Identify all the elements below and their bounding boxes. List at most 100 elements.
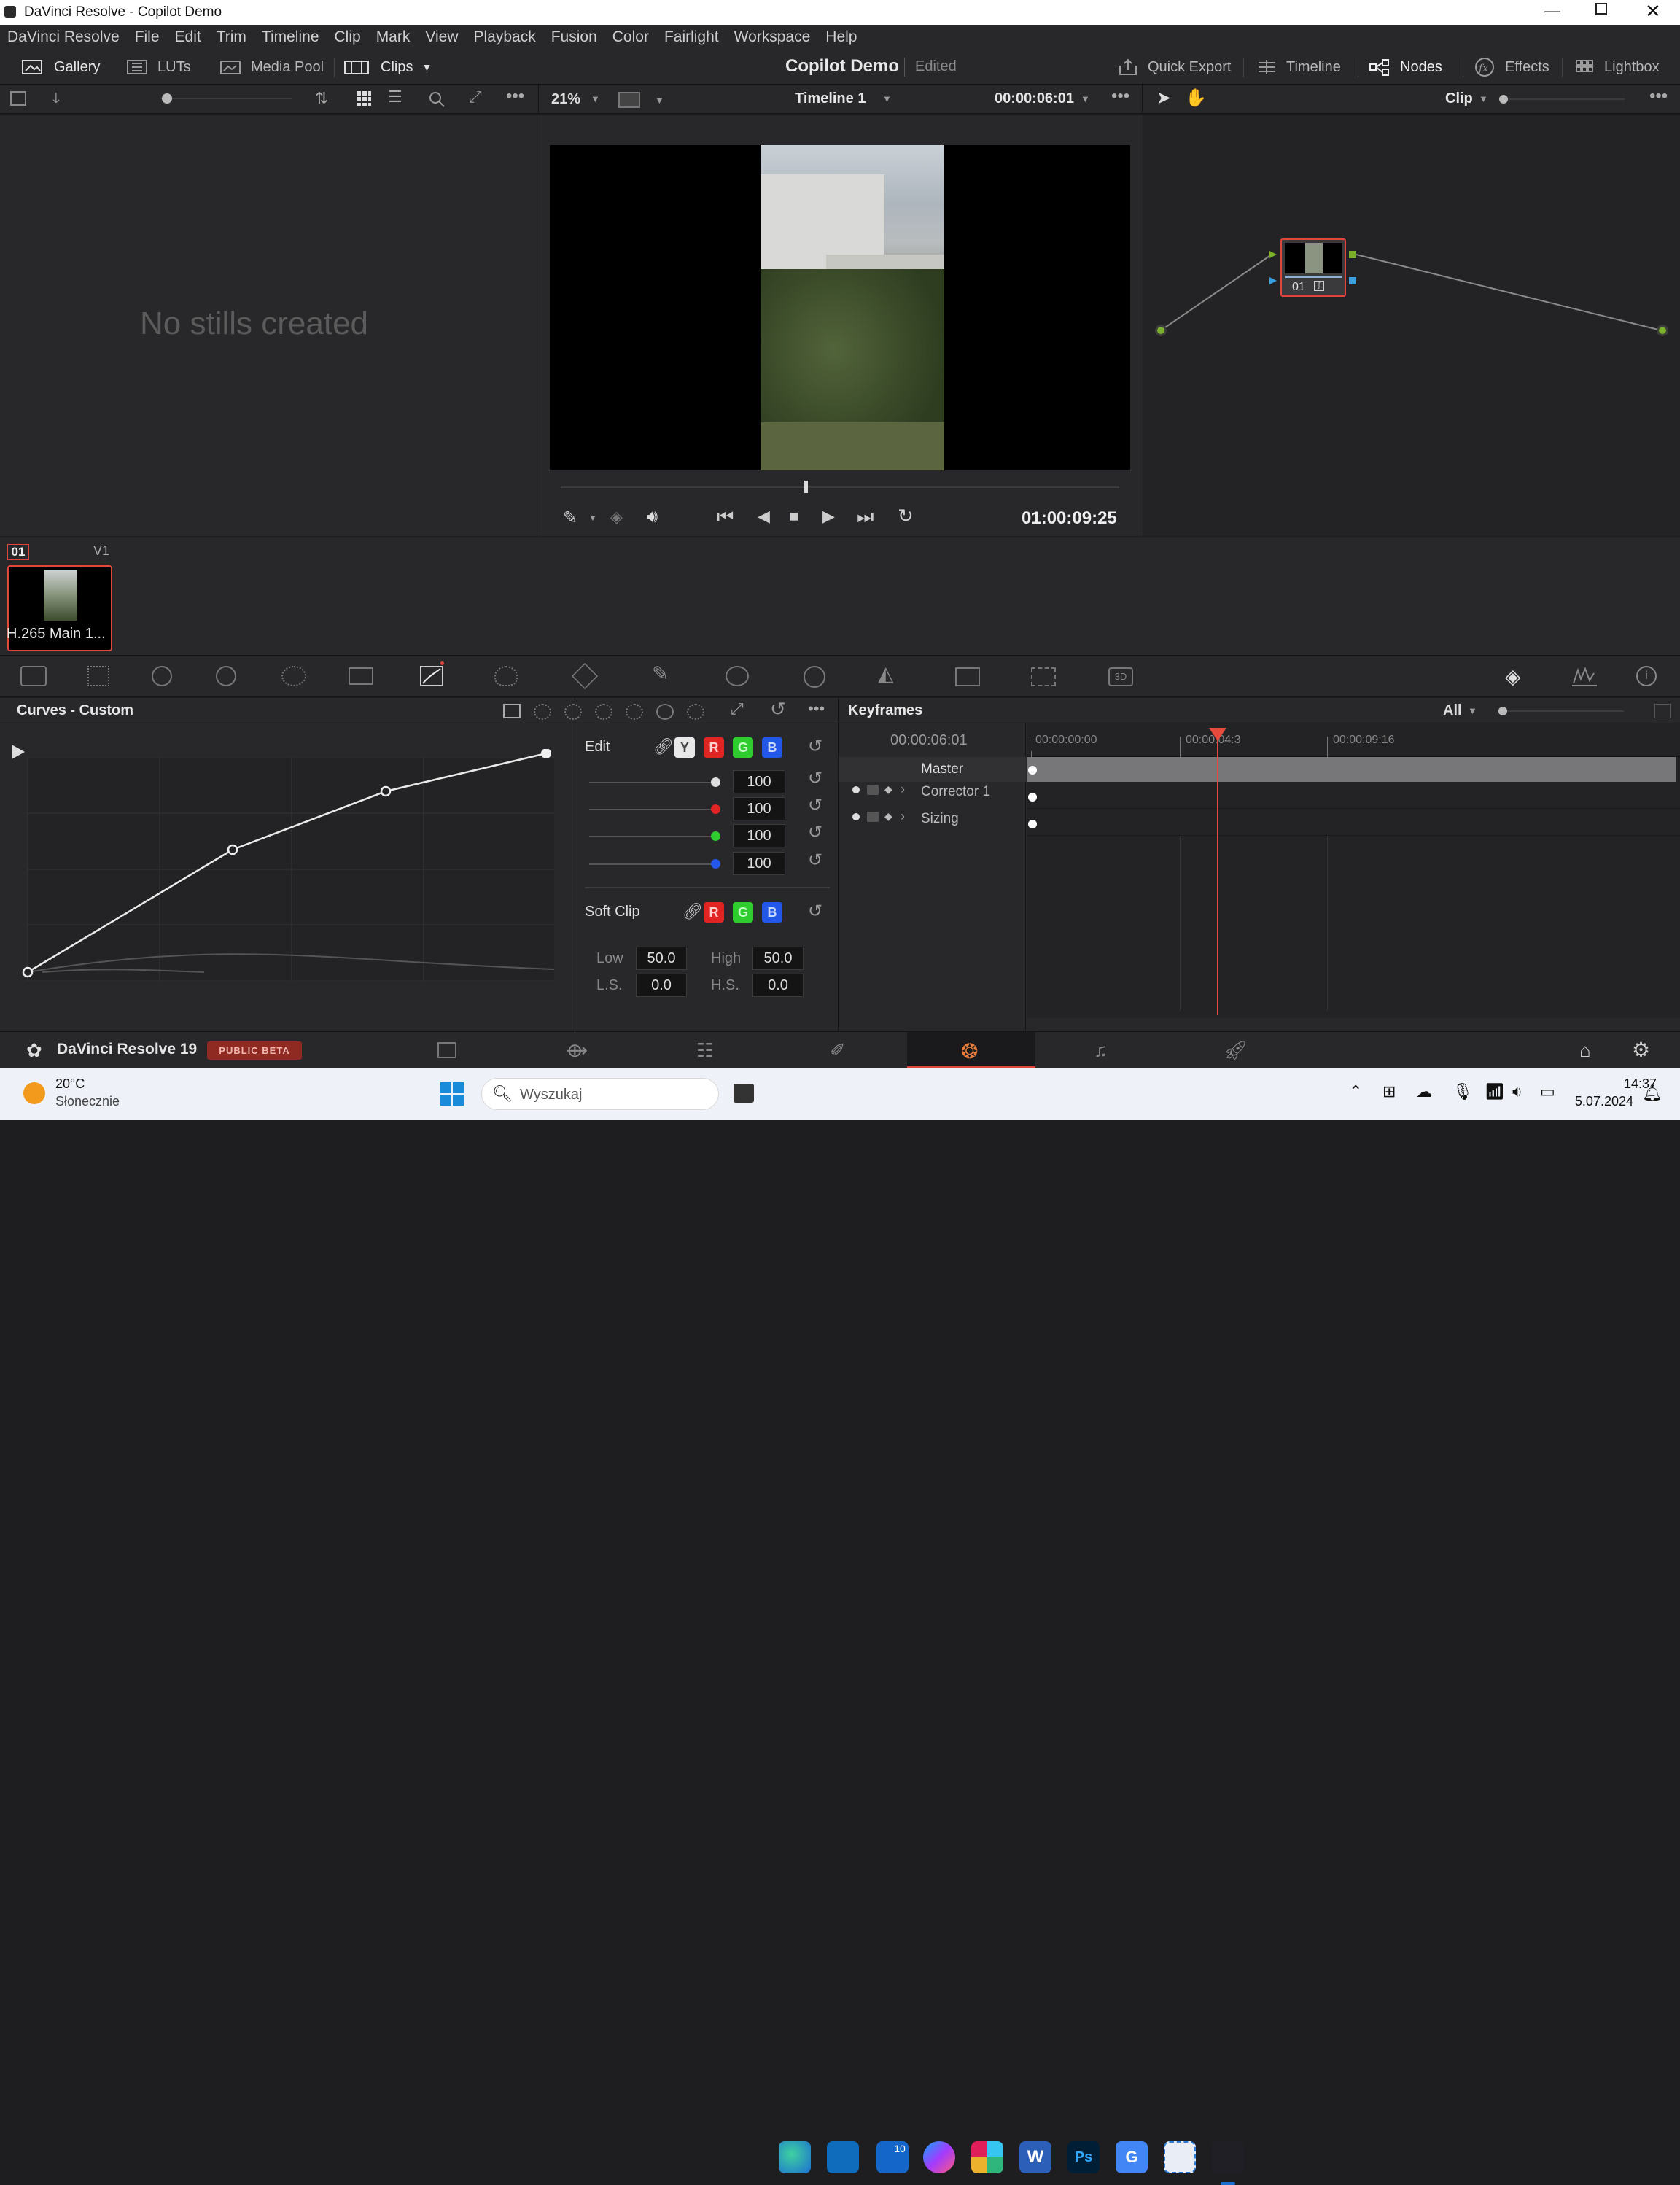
- taskbar-search[interactable]: 🔍︎ Wyszukaj: [481, 1078, 719, 1110]
- curves-icon[interactable]: [420, 666, 443, 686]
- menu-item[interactable]: Help: [825, 28, 857, 46]
- expand-icon[interactable]: ⤢: [731, 699, 744, 718]
- sat-vs-lum-icon[interactable]: [687, 704, 704, 720]
- menu-item[interactable]: DaVinci Resolve: [7, 28, 120, 46]
- soft-clip-red-button[interactable]: R: [704, 902, 724, 923]
- clips-button[interactable]: Clips ▼: [343, 50, 432, 85]
- more-options-icon[interactable]: •••: [506, 86, 524, 106]
- more-options-icon[interactable]: •••: [1649, 86, 1668, 106]
- maximize-icon[interactable]: [1595, 3, 1607, 15]
- qualifier-icon[interactable]: [571, 662, 599, 690]
- menu-item[interactable]: Workspace: [734, 28, 811, 46]
- effects-button[interactable]: fx Effects: [1473, 50, 1549, 85]
- keyframe-zoom-handle[interactable]: [1498, 707, 1507, 715]
- edit-page-icon[interactable]: ☷: [696, 1039, 713, 1062]
- zoom-level[interactable]: 21%: [551, 91, 580, 108]
- red-channel-button[interactable]: R: [704, 737, 724, 758]
- chevron-down-icon[interactable]: ▼: [1479, 93, 1488, 104]
- low-value[interactable]: 50.0: [636, 947, 687, 970]
- quick-export-button[interactable]: Quick Export: [1117, 50, 1231, 85]
- keyframe-diamond-icon[interactable]: ◆: [884, 783, 892, 796]
- microphone-icon[interactable]: 🎙︎: [1452, 1082, 1473, 1101]
- nodes-button[interactable]: Nodes: [1368, 50, 1442, 85]
- y-intensity-value[interactable]: 100: [733, 770, 785, 793]
- viewer-mode-icon[interactable]: [618, 92, 640, 108]
- menu-item[interactable]: Fusion: [551, 28, 597, 46]
- hs-value[interactable]: 0.0: [752, 974, 804, 997]
- skip-forward-icon[interactable]: ⏭︎: [857, 505, 874, 529]
- r-slider-handle[interactable]: [711, 804, 720, 814]
- color-warper-icon[interactable]: [494, 666, 518, 686]
- scrubber-playhead[interactable]: [804, 481, 808, 493]
- output-dot[interactable]: [1657, 325, 1668, 336]
- fusion-page-icon[interactable]: ✐: [830, 1039, 846, 1062]
- outlook-icon[interactable]: [827, 2141, 859, 2173]
- timeline-timecode[interactable]: 00:00:06:01: [995, 90, 1074, 107]
- b-slider-handle[interactable]: [711, 859, 720, 869]
- settings-gear-icon[interactable]: ⚙: [1632, 1038, 1650, 1062]
- photoshop-icon[interactable]: Ps: [1068, 2141, 1100, 2173]
- more-options-icon[interactable]: •••: [1111, 86, 1129, 106]
- skip-back-icon[interactable]: ⏮︎: [717, 505, 734, 529]
- deliver-page-icon[interactable]: 🚀︎: [1224, 1039, 1248, 1062]
- word-icon[interactable]: W: [1019, 2141, 1051, 2173]
- thumbnail-size-slider[interactable]: [160, 98, 292, 99]
- clock-date[interactable]: 5.07.2024: [1574, 1094, 1633, 1109]
- volume-icon[interactable]: 🔊︎: [647, 507, 658, 527]
- g-intensity-value[interactable]: 100: [733, 824, 785, 847]
- chevron-up-icon[interactable]: ⌃: [1349, 1082, 1362, 1101]
- y-intensity-slider[interactable]: [589, 782, 713, 783]
- camera-raw-icon[interactable]: [20, 666, 47, 686]
- reset-icon[interactable]: ↺: [808, 736, 822, 757]
- expand-icon[interactable]: ⤢: [469, 88, 482, 106]
- custom-curve-icon[interactable]: [503, 704, 521, 718]
- high-value[interactable]: 50.0: [752, 947, 804, 970]
- menu-item[interactable]: Fairlight: [664, 28, 719, 46]
- hdr-icon[interactable]: [216, 666, 236, 686]
- reverse-play-icon[interactable]: ◀: [758, 507, 770, 526]
- edge-icon[interactable]: [779, 2141, 811, 2173]
- minimize-icon[interactable]: —: [1544, 1, 1560, 20]
- node-input-rgb[interactable]: [1269, 251, 1277, 258]
- lum-vs-sat-icon[interactable]: [626, 704, 643, 720]
- green-channel-button[interactable]: G: [733, 737, 753, 758]
- chevron-down-icon[interactable]: ▼: [655, 95, 664, 106]
- reset-icon[interactable]: ↺: [808, 795, 822, 816]
- soft-clip-green-button[interactable]: G: [733, 902, 753, 923]
- ls-value[interactable]: 0.0: [636, 974, 687, 997]
- slider-handle[interactable]: [162, 93, 172, 104]
- y-channel-button[interactable]: Y: [674, 737, 695, 758]
- fairlight-page-icon[interactable]: ♫: [1094, 1039, 1108, 1062]
- sort-icon[interactable]: ⇅: [315, 89, 328, 108]
- network-icon[interactable]: ⊞: [1382, 1082, 1396, 1101]
- luts-button[interactable]: LUTs: [125, 50, 191, 85]
- panel-expand-icon[interactable]: [1654, 704, 1671, 718]
- pointer-icon[interactable]: ➤: [1156, 88, 1171, 109]
- chevron-right-icon[interactable]: ›: [901, 809, 905, 824]
- menu-item[interactable]: Trim: [217, 28, 246, 46]
- track-corrector[interactable]: Corrector 1: [921, 784, 990, 800]
- keyframe-zoom-slider[interactable]: [1507, 710, 1624, 712]
- magic-mask-icon[interactable]: ◭: [878, 661, 894, 686]
- reset-icon[interactable]: ↺: [770, 698, 786, 721]
- b-intensity-slider[interactable]: [589, 863, 713, 865]
- speaker-icon[interactable]: 🔉︎: [1512, 1082, 1522, 1101]
- chevron-down-icon[interactable]: ▼: [1081, 93, 1090, 104]
- corrector-node[interactable]: 01 ∫: [1280, 238, 1346, 297]
- hue-vs-lum-icon[interactable]: [595, 704, 612, 720]
- temperature[interactable]: 20°C: [55, 1076, 85, 1092]
- bell-icon[interactable]: 🔔︎: [1642, 1084, 1662, 1103]
- media-pool-button[interactable]: Media Pool: [219, 50, 324, 85]
- track-enable-dot[interactable]: [852, 786, 860, 793]
- onedrive-icon[interactable]: ☁: [1416, 1082, 1432, 1101]
- windows-start-icon[interactable]: [440, 1082, 464, 1106]
- node-zoom-slider[interactable]: [1508, 98, 1625, 100]
- davinci-resolve-icon[interactable]: [1212, 2141, 1244, 2173]
- snipping-tool-icon[interactable]: [1164, 2141, 1196, 2173]
- eyedropper-icon[interactable]: ✎: [563, 508, 578, 529]
- timeline-selector[interactable]: Timeline 1: [795, 90, 866, 107]
- tracker-icon[interactable]: [804, 666, 825, 688]
- info-icon[interactable]: i: [1636, 666, 1657, 686]
- close-icon[interactable]: ✕: [1645, 0, 1661, 23]
- track-sizing[interactable]: Sizing: [921, 811, 959, 827]
